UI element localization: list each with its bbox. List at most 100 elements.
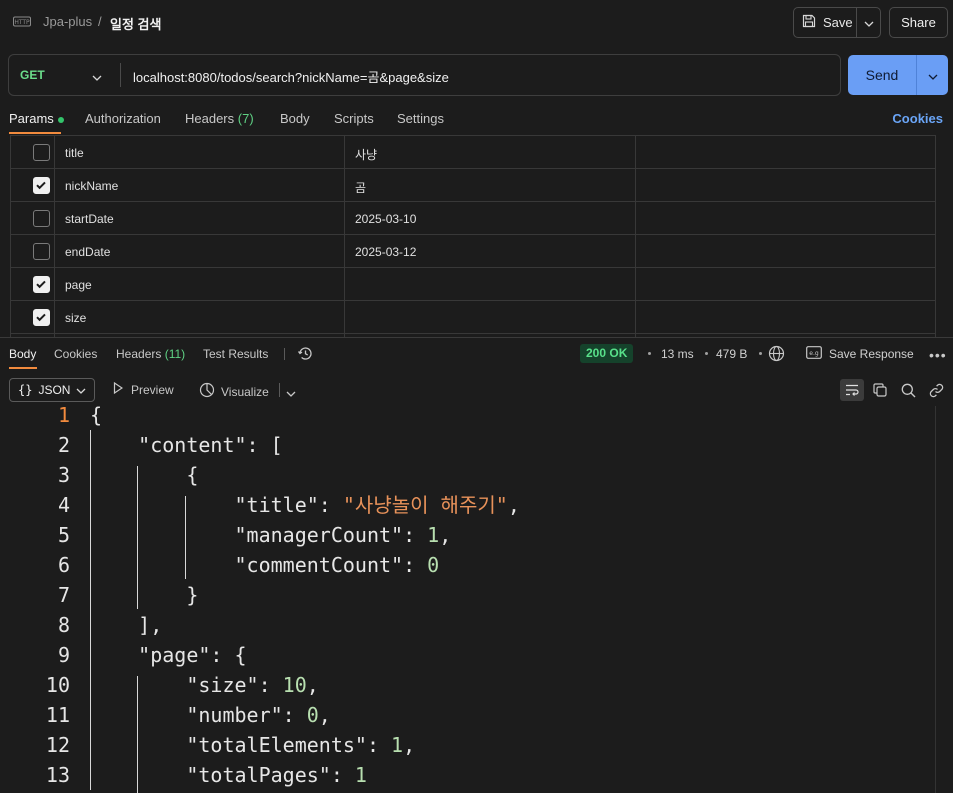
response-size[interactable]: 479 B (716, 347, 747, 361)
cookies-link[interactable]: Cookies (892, 111, 943, 126)
line-text: "title": "사냥놀이 해주기", (90, 493, 520, 517)
request-tabs: Params Authorization Headers (7) Body Sc… (0, 104, 953, 134)
copy-icon[interactable] (868, 379, 892, 401)
param-checkbox[interactable] (33, 177, 50, 194)
save-options-button[interactable] (857, 8, 880, 37)
url-input[interactable]: localhost:8080/todos/search?nickName=곰&p… (133, 67, 449, 86)
line-text: "size": 10, (90, 673, 319, 697)
param-value[interactable]: 2025-03-10 (345, 202, 636, 235)
send-options-button[interactable] (917, 55, 948, 95)
param-check-cell (11, 301, 55, 334)
param-description[interactable] (636, 268, 935, 301)
response-tab-cookies[interactable]: Cookies (54, 347, 97, 361)
param-description[interactable] (636, 136, 935, 169)
response-tab-headers[interactable]: Headers (11) (116, 347, 185, 361)
param-check-cell (11, 169, 55, 202)
param-description[interactable] (636, 301, 935, 334)
response-divider[interactable] (0, 337, 953, 338)
line-text: "totalElements": 1, (90, 733, 416, 757)
search-icon[interactable] (896, 379, 920, 401)
page-title[interactable]: 일정 검색 (110, 14, 161, 33)
param-key[interactable]: title (55, 136, 345, 169)
line-text: } (90, 583, 199, 607)
param-value[interactable]: 곰 (345, 169, 636, 202)
param-key[interactable]: page (55, 268, 345, 301)
param-key[interactable]: size (55, 301, 345, 334)
format-select[interactable]: {} JSON (9, 378, 95, 402)
chevron-down-icon (928, 68, 938, 83)
response-time[interactable]: 13 ms (661, 347, 694, 361)
url-bar: GET localhost:8080/todos/search?nickName… (8, 54, 841, 96)
param-value[interactable]: 사냥 (345, 136, 636, 169)
param-checkbox[interactable] (33, 309, 50, 326)
link-icon[interactable] (924, 379, 948, 401)
response-tab-body[interactable]: Body (9, 347, 36, 361)
param-description[interactable] (636, 235, 935, 268)
param-checkbox[interactable] (33, 144, 50, 161)
breadcrumb-parent[interactable]: Jpa-plus (43, 14, 92, 29)
code-line: 13 "totalPages": 1 (0, 760, 935, 790)
code-line: 9 "page": { (0, 640, 935, 670)
tab-headers-label: Headers (185, 111, 235, 126)
tab-authorization[interactable]: Authorization (85, 111, 161, 126)
param-check-cell (11, 235, 55, 268)
tab-scripts[interactable]: Scripts (334, 111, 374, 126)
tab-body[interactable]: Body (280, 111, 310, 126)
param-key[interactable]: nickName (55, 169, 345, 202)
code-line: 1{ (0, 406, 935, 430)
param-description[interactable] (636, 202, 935, 235)
meta-bullet (705, 352, 708, 355)
chevron-down-icon[interactable] (286, 385, 296, 400)
code-line: 10 "size": 10, (0, 670, 935, 700)
param-checkbox[interactable] (33, 243, 50, 260)
chevron-down-icon[interactable] (92, 69, 102, 84)
send-button-group: Send (848, 55, 948, 95)
method-select[interactable]: GET (20, 68, 45, 82)
preview-button[interactable]: Preview (113, 381, 174, 397)
response-body-code[interactable]: 1{ 2 "content": [ 3 { 4 "title": "사냥놀이 해… (0, 406, 935, 793)
line-number: 1 (57, 406, 70, 427)
param-key[interactable]: endDate (55, 235, 345, 268)
response-tab-test-results[interactable]: Test Results (203, 347, 268, 361)
code-line: 4 "title": "사냥놀이 해주기", (0, 490, 935, 520)
meta-bullet (648, 352, 651, 355)
code-scrollbar[interactable] (935, 406, 936, 793)
param-checkbox[interactable] (33, 210, 50, 227)
chevron-down-icon (76, 383, 86, 397)
line-number: 12 (45, 733, 70, 757)
http-icon: HTTP (13, 14, 31, 30)
tab-headers[interactable]: Headers (7) (185, 111, 254, 126)
line-text: { (90, 406, 103, 427)
table-row: endDate 2025-03-12 (11, 235, 935, 268)
line-text: { (90, 463, 199, 487)
more-icon[interactable]: ••• (929, 347, 947, 363)
visualize-button[interactable]: Visualize (199, 382, 269, 401)
share-button[interactable]: Share (889, 7, 948, 38)
save-button[interactable]: Save (794, 8, 857, 37)
line-text: "totalPages": 1 (90, 763, 367, 787)
status-badge[interactable]: 200 OK (580, 344, 634, 363)
history-icon[interactable] (297, 345, 314, 365)
param-value[interactable] (345, 301, 636, 334)
param-key[interactable]: startDate (55, 202, 345, 235)
tab-settings[interactable]: Settings (397, 111, 444, 126)
save-response-button[interactable]: e.g Save Response (806, 346, 914, 362)
line-text: ], (90, 613, 163, 637)
param-value[interactable] (345, 268, 636, 301)
wrap-icon[interactable] (840, 379, 864, 401)
param-value[interactable]: 2025-03-12 (345, 235, 636, 268)
save-icon (802, 14, 816, 31)
url-divider (120, 63, 121, 87)
save-response-icon: e.g (806, 346, 822, 362)
send-button[interactable]: Send (848, 55, 917, 95)
svg-text:e.g: e.g (809, 350, 819, 357)
save-button-group: Save (793, 7, 881, 38)
tab-params[interactable]: Params (9, 111, 64, 126)
globe-icon[interactable] (768, 345, 785, 365)
param-checkbox[interactable] (33, 276, 50, 293)
code-line: 6 "commentCount": 0 (0, 550, 935, 580)
param-description[interactable] (636, 169, 935, 202)
table-row: page (11, 268, 935, 301)
line-number: 3 (57, 463, 70, 487)
params-active-dot (57, 116, 64, 123)
